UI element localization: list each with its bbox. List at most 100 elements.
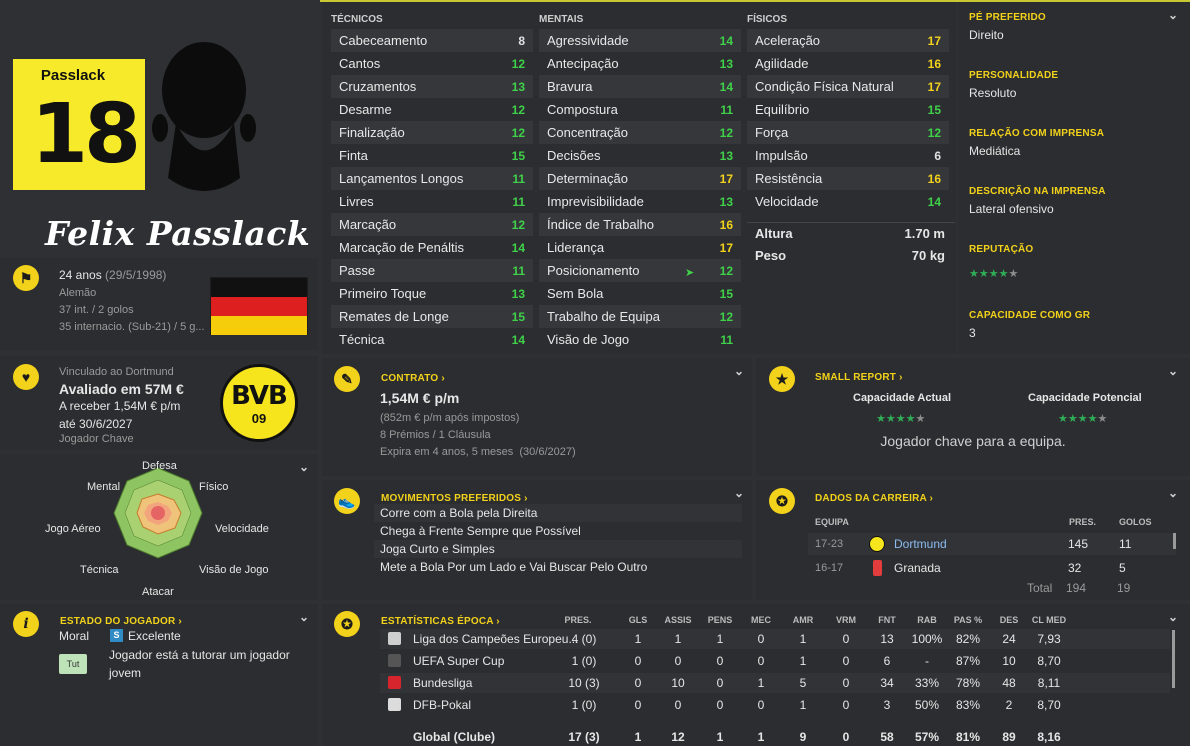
weight-value: 70 kg [911, 248, 945, 263]
attribute-name: Marcação [339, 217, 397, 232]
career-team[interactable]: Granada [894, 561, 941, 575]
season-col-header[interactable]: PRES. [553, 615, 603, 625]
attribute-row[interactable]: Equilíbrio 15 [747, 98, 949, 121]
attribute-row[interactable]: Imprevisibilidade 13 [539, 190, 741, 213]
date-of-birth: (29/5/1998) [105, 268, 167, 282]
chevron-down-icon[interactable]: ⌄ [1168, 486, 1178, 500]
chevron-down-icon[interactable]: ⌄ [1168, 610, 1178, 624]
attribute-row[interactable]: Passe 11 [331, 259, 533, 282]
career-goals: 5 [1119, 561, 1126, 575]
attribute-row[interactable]: Sem Bola 15 [539, 282, 741, 305]
shirt-name: Passlack [40, 67, 106, 84]
attribute-name: Sem Bola [547, 286, 604, 301]
attribute-row[interactable]: Remates de Longe 15 [331, 305, 533, 328]
attribute-row[interactable]: Concentração 12 [539, 121, 741, 144]
attribute-row[interactable]: Finalização 12 [331, 121, 533, 144]
attribute-value: 14 [719, 33, 733, 48]
career-title[interactable]: DADOS DA CARREIRA › [815, 493, 933, 504]
attribute-row[interactable]: Livres 11 [331, 190, 533, 213]
club-panel: ♥ Vinculado ao Dortmund Avaliado em 57M … [0, 356, 318, 450]
current-ability-stars: ★★★★★ [876, 409, 925, 427]
status-title[interactable]: ESTADO DO JOGADOR › [60, 616, 182, 627]
attribute-row[interactable]: Primeiro Toque 13 [331, 282, 533, 305]
attribute-row[interactable]: Aceleração 17 [747, 29, 949, 52]
attribute-row[interactable]: Impulsão 6 [747, 144, 949, 167]
attribute-row[interactable]: Trabalho de Equipa 12 [539, 305, 741, 328]
career-apps: 32 [1068, 561, 1082, 575]
career-panel: ✪ DADOS DA CARREIRA › ⌄ EQUIPA PRES. GOL… [756, 480, 1190, 600]
attribute-row[interactable]: Finta 15 [331, 144, 533, 167]
attribute-row[interactable]: Liderança 17 [539, 236, 741, 259]
attribute-row[interactable]: Cantos 12 [331, 52, 533, 75]
attribute-row[interactable]: Agressividade 14 [539, 29, 741, 52]
attribute-row[interactable]: Antecipação 13 [539, 52, 741, 75]
squad-role: Jogador Chave [59, 433, 134, 445]
attribute-row[interactable]: Resistência 16 [747, 167, 949, 190]
scrollbar[interactable] [1173, 533, 1176, 549]
potential-ability-stars: ★★★★★ [1058, 409, 1107, 427]
football-icon: ✪ [334, 611, 360, 637]
attribute-row[interactable]: Marcação 12 [331, 213, 533, 236]
attribute-name: Finta [339, 148, 368, 163]
press-label: DESCRIÇÃO NA IMPRENSA [969, 186, 1106, 197]
press-description: Lateral ofensivo [969, 202, 1054, 216]
attribute-row[interactable]: Agilidade 16 [747, 52, 949, 75]
radar-label-aerial: Jogo Aéreo [45, 523, 101, 535]
trend-arrow-icon: ➤ [685, 267, 695, 279]
attribute-row[interactable]: Bravura 14 [539, 75, 741, 98]
career-season: 17-23 [815, 538, 844, 550]
moves-title[interactable]: MOVIMENTOS PREFERIDOS › [381, 493, 528, 504]
chevron-down-icon[interactable]: ⌄ [734, 364, 744, 378]
attribute-row[interactable]: Força 12 [747, 121, 949, 144]
chevron-down-icon[interactable]: ⌄ [734, 486, 744, 500]
player-silhouette [152, 42, 256, 191]
attribute-row[interactable]: Cabeceamento 8 [331, 29, 533, 52]
club-crest-icon[interactable]: BVB 09 [220, 364, 298, 442]
attribute-row[interactable]: Técnica 14 [331, 328, 533, 351]
attribute-row[interactable]: Índice de Trabalho 16 [539, 213, 741, 236]
career-team[interactable]: Dortmund [894, 537, 947, 551]
shield-icon: ♥ [13, 364, 39, 390]
attribute-name: Concentração [547, 125, 628, 140]
season-stats-title[interactable]: ESTATÍSTICAS ÉPOCA › [381, 616, 500, 627]
attribute-row[interactable]: Condição Física Natural 17 [747, 75, 949, 98]
attribute-value: 12 [511, 125, 525, 140]
wage-line: A receber 1,54M € p/m [59, 399, 181, 413]
chevron-down-icon[interactable]: ⌄ [299, 610, 309, 624]
report-title[interactable]: SMALL REPORT › [815, 372, 903, 383]
season-stat-value: 8,70 [1037, 654, 1061, 668]
contract-title[interactable]: CONTRATO › [381, 373, 445, 384]
career-col-team: EQUIPA [815, 517, 849, 527]
attribute-value: 6 [934, 148, 941, 163]
media-handling: Mediática [969, 144, 1021, 158]
dfb-pokal-icon [388, 698, 401, 711]
star-filled-icon: ★ [988, 268, 999, 280]
attribute-row[interactable]: Determinação 17 [539, 167, 741, 190]
attribute-row[interactable]: Lançamentos Longos 11 [331, 167, 533, 190]
tutor-tag[interactable]: Tut [59, 654, 87, 674]
attribute-row[interactable]: Posicionamento 12 [539, 259, 741, 282]
germany-flag-icon[interactable] [210, 277, 308, 335]
attribute-row[interactable]: Velocidade 14 [747, 190, 949, 213]
attribute-value: 12 [719, 309, 733, 324]
morale-label: Moral [59, 629, 90, 643]
physical-header: FÍSICOS [747, 14, 788, 25]
chevron-down-icon[interactable]: ⌄ [1168, 8, 1178, 22]
attribute-row[interactable]: Desarme 12 [331, 98, 533, 121]
wage-after-tax: (852m € p/m após impostos) [380, 412, 520, 424]
attribute-name: Decisões [547, 148, 601, 163]
season-col-header[interactable]: CL MED [1024, 615, 1074, 625]
attribute-row[interactable]: Compostura 11 [539, 98, 741, 121]
crest-text: BVB [231, 380, 288, 411]
youth-caps: 35 internacio. (Sub-21) / 5 g... [59, 321, 205, 333]
attribute-name: Visão de Jogo [547, 332, 630, 347]
attribute-row[interactable]: Marcação de Penáltis 14 [331, 236, 533, 259]
chevron-down-icon[interactable]: ⌄ [1168, 364, 1178, 378]
scrollbar[interactable] [1172, 630, 1175, 688]
technical-attributes-list: Cabeceamento 8 Cantos 12 Cruzamentos 13 Desarm… [331, 29, 533, 351]
attribute-row[interactable]: Visão de Jogo 11 [539, 328, 741, 351]
radar-label-defense: Defesa [142, 460, 177, 472]
gk-ability: 3 [969, 326, 976, 340]
attribute-row[interactable]: Cruzamentos 13 [331, 75, 533, 98]
attribute-row[interactable]: Decisões 13 [539, 144, 741, 167]
